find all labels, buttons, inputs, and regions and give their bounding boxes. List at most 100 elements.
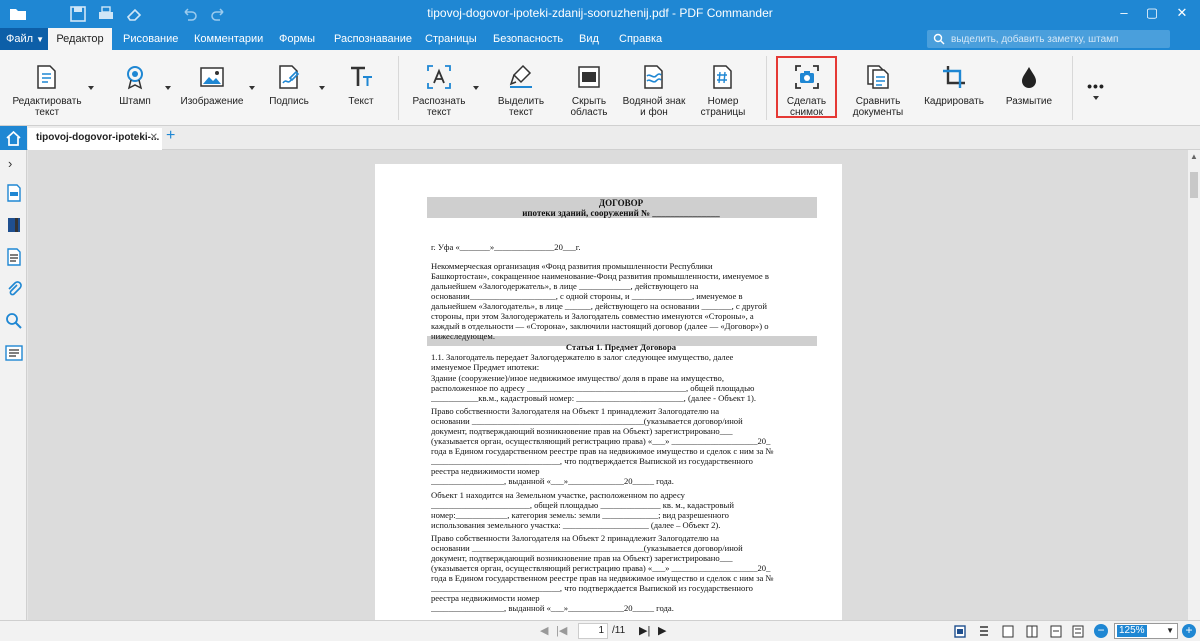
crop-button[interactable]: Кадрировать: [918, 56, 990, 122]
tab-forms[interactable]: Формы: [279, 28, 315, 50]
tab-view[interactable]: Вид: [579, 28, 599, 50]
page-number-button[interactable]: Номер страницы: [692, 56, 754, 122]
page-number-field[interactable]: 1: [578, 623, 608, 639]
blur-label: Размытие: [1005, 96, 1053, 107]
edit-text-label: Редактировать текст: [12, 96, 82, 118]
text-button[interactable]: Текст: [336, 56, 386, 122]
document-line: нижеследующем.: [431, 331, 495, 341]
zoom-value: 125%: [1117, 625, 1147, 637]
page-number-icon: [713, 65, 732, 89]
zoom-in-icon[interactable]: +: [1182, 624, 1196, 638]
search-input[interactable]: [951, 30, 1166, 48]
chevron-down-icon[interactable]: [249, 86, 255, 90]
zoom-select[interactable]: 125% ▼: [1114, 623, 1178, 639]
bookmark-icon[interactable]: [5, 216, 23, 234]
document-tab[interactable]: tipovoj-dogovor-ipoteki-... ✕: [28, 128, 162, 150]
pdf-pages-icon[interactable]: [5, 184, 23, 202]
image-button[interactable]: Изображение: [178, 56, 246, 122]
first-page-icon[interactable]: ◀: [540, 624, 548, 637]
document-line: дальнейшем «Залогодатель», в лице ______…: [431, 301, 767, 311]
tab-drawing[interactable]: Рисование: [123, 28, 178, 50]
two-page-view-icon[interactable]: [1002, 625, 1014, 638]
image-icon: [200, 67, 224, 87]
document-line: расположенное по адресу ________________…: [431, 383, 755, 393]
document-line: реестра недвижимости номер: [431, 466, 540, 476]
text-label: Текст: [348, 96, 374, 107]
search-icon[interactable]: [5, 312, 23, 330]
close-tab-icon[interactable]: ✕: [150, 128, 158, 148]
chevron-down-icon[interactable]: [319, 86, 325, 90]
maximize-icon[interactable]: ▢: [1140, 2, 1164, 24]
prev-page-icon[interactable]: |◀: [556, 624, 567, 637]
next-page-icon[interactable]: ▶|: [639, 624, 650, 637]
zoom-out-icon[interactable]: −: [1094, 624, 1108, 638]
hide-area-button[interactable]: Скрыть область: [558, 56, 620, 122]
tab-editor[interactable]: Редактор: [48, 28, 112, 50]
chevron-down-icon: ▼: [1166, 626, 1174, 635]
minimize-icon[interactable]: –: [1112, 2, 1136, 24]
document-title: ДОГОВОР: [598, 198, 644, 208]
blur-drop-icon: [1022, 67, 1036, 88]
chevron-down-icon[interactable]: [165, 86, 171, 90]
page-total-label: /11: [612, 625, 626, 636]
form-fields-icon[interactable]: [5, 344, 23, 362]
toolbar-divider: [398, 56, 399, 120]
blur-button[interactable]: Размытие: [998, 56, 1060, 122]
document-line: реестра недвижимости номер: [431, 593, 540, 603]
more-tools-button[interactable]: •••: [1078, 56, 1114, 122]
watermark-label: Водяной знак и фон: [622, 96, 686, 118]
scroll-thumb[interactable]: [1190, 172, 1198, 198]
scroll-up-icon[interactable]: ▲: [1190, 152, 1198, 161]
document-line: _________________, выданной «___»_______…: [431, 603, 674, 613]
paperclip-icon[interactable]: [5, 280, 23, 298]
recognize-text-button[interactable]: Распознать текст: [404, 56, 474, 122]
tab-security[interactable]: Безопасность: [493, 28, 563, 50]
stamp-button[interactable]: Штамп: [110, 56, 160, 122]
document-line: 1.1. Залогодатель передает Залогодержате…: [431, 352, 734, 362]
edit-text-button[interactable]: Редактировать текст: [6, 56, 88, 122]
file-menu-button[interactable]: Файл ▼: [0, 28, 48, 50]
compare-icon: [867, 65, 889, 89]
expand-sidebar-icon[interactable]: ›: [8, 156, 12, 171]
document-line: основании____________________, с одной с…: [431, 291, 743, 301]
close-window-icon[interactable]: ✕: [1170, 2, 1194, 24]
tab-help[interactable]: Справка: [619, 28, 662, 50]
compare-documents-button[interactable]: Сравнить документы: [846, 56, 910, 122]
document-line: года в Едином государственном реестре пр…: [431, 573, 774, 583]
toolbar-divider: [1072, 56, 1073, 120]
crop-label: Кадрировать: [924, 96, 984, 107]
document-line: основании ______________________________…: [431, 543, 743, 553]
title-bar: tipovoj-dogovor-ipoteki-zdanij-sooruzhen…: [0, 0, 1200, 28]
ocr-icon: [427, 65, 451, 89]
document-line: (указывается орган, осуществляющий регис…: [431, 563, 771, 573]
document-canvas[interactable]: ДОГОВОР ипотеки зданий, сооружений № ___…: [28, 150, 1188, 620]
home-tab[interactable]: [0, 126, 27, 150]
signature-icon: [279, 65, 300, 89]
vertical-scrollbar[interactable]: ▲: [1188, 150, 1200, 620]
status-bar: ◀ |◀ 1 /11 ▶| ▶ − 125% ▼ +: [0, 620, 1200, 641]
toolbar-divider: [766, 56, 767, 120]
document-line: года в Едином государственном реестре пр…: [431, 446, 774, 456]
chevron-down-icon[interactable]: [473, 86, 479, 90]
document-line: ___________кв.м., кадастровый номер: ___…: [431, 393, 757, 403]
continuous-view-icon[interactable]: [978, 625, 990, 638]
stamp-label: Штамп: [119, 96, 151, 107]
last-page-icon[interactable]: ▶: [658, 624, 666, 637]
document-list-icon[interactable]: [5, 248, 23, 266]
fit-page-icon[interactable]: [1072, 625, 1084, 638]
tab-pages[interactable]: Страницы: [425, 28, 477, 50]
chevron-down-icon: [1093, 96, 1099, 100]
watermark-button[interactable]: Водяной знак и фон: [620, 56, 688, 122]
facing-pages-icon[interactable]: [1026, 625, 1038, 638]
search-box[interactable]: [927, 30, 1170, 48]
text-tool-icon: [351, 66, 372, 86]
tab-recognition[interactable]: Распознавание: [334, 28, 412, 50]
single-page-view-icon[interactable]: [954, 625, 966, 638]
document-line: Право собственности Залогодателя на Объе…: [431, 533, 720, 543]
add-tab-icon[interactable]: +: [166, 127, 175, 145]
highlight-text-button[interactable]: Выделить текст: [490, 56, 552, 122]
tab-comments[interactable]: Комментарии: [194, 28, 263, 50]
chevron-down-icon[interactable]: [88, 86, 94, 90]
fit-width-icon[interactable]: [1050, 625, 1062, 638]
signature-button[interactable]: Подпись: [265, 56, 313, 122]
